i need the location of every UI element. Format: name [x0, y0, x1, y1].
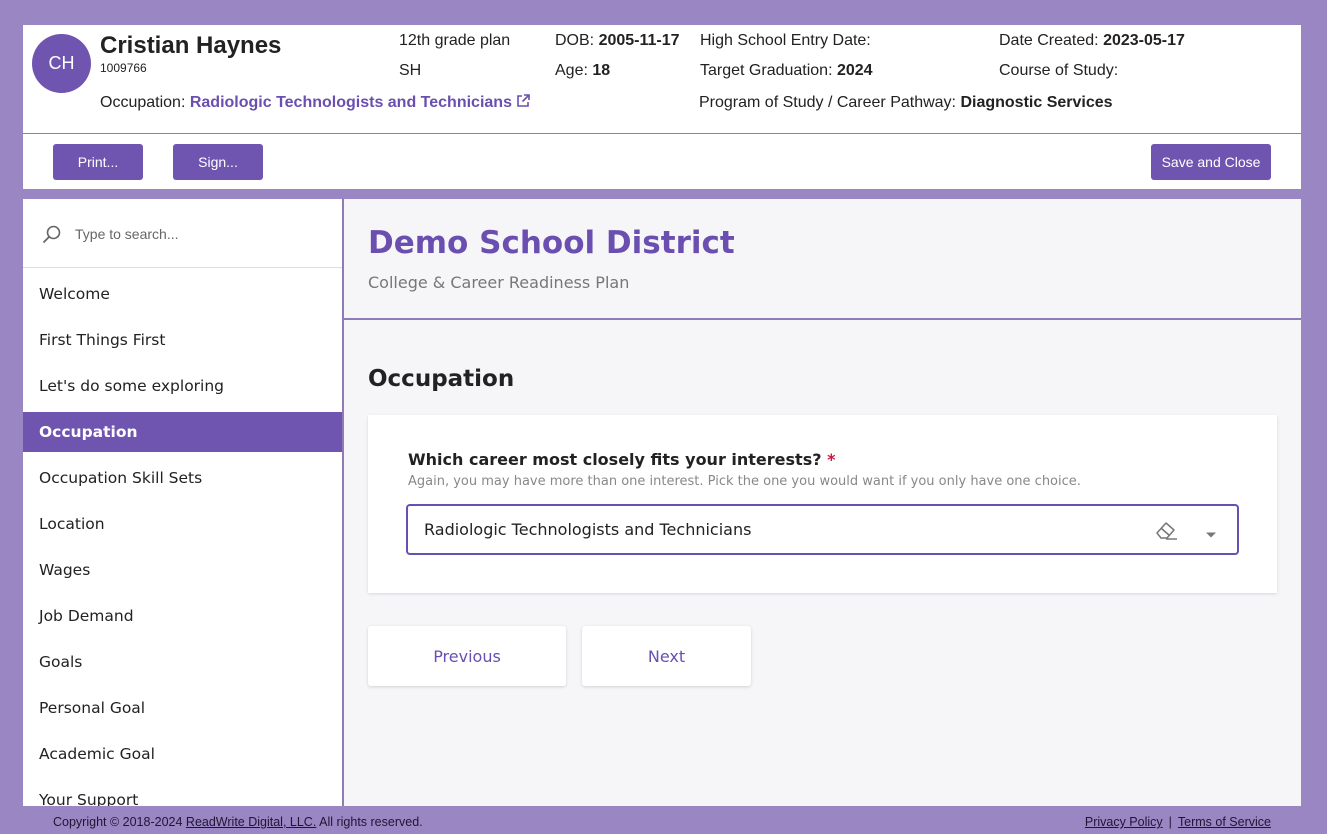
sidebar: Welcome First Things First Let's do some…: [23, 199, 342, 806]
save-and-close-button[interactable]: Save and Close: [1151, 144, 1271, 180]
sidebar-item-wages[interactable]: Wages: [23, 550, 342, 590]
company-link[interactable]: ReadWrite Digital, LLC.: [186, 815, 316, 829]
district-title: Demo School District: [368, 225, 735, 261]
sidebar-item-your-support[interactable]: Your Support: [23, 780, 342, 806]
course-field: Course of Study:: [999, 62, 1118, 80]
created-value: 2023-05-17: [1103, 32, 1185, 49]
sidebar-item-occupation[interactable]: Occupation: [23, 412, 342, 452]
entry-date-label: High School Entry Date:: [700, 32, 871, 49]
search-input[interactable]: [75, 221, 315, 247]
age-label: Age:: [555, 62, 588, 79]
career-select-value: Radiologic Technologists and Technicians: [424, 520, 752, 539]
sidebar-item-location[interactable]: Location: [23, 504, 342, 544]
question-help-text: Again, you may have more than one intere…: [408, 474, 1081, 489]
course-label: Course of Study:: [999, 62, 1119, 79]
occupation-label: Occupation:: [100, 94, 186, 111]
eraser-icon[interactable]: [1153, 519, 1179, 546]
pathway-label: Program of Study / Career Pathway:: [699, 94, 956, 111]
search-box: [23, 199, 342, 268]
graduation-label: Target Graduation:: [700, 62, 833, 79]
sidebar-item-exploring[interactable]: Let's do some exploring: [23, 366, 342, 406]
copyright-prefix: Copyright © 2018-2024: [53, 815, 183, 829]
avatar: CH: [32, 34, 91, 93]
print-button[interactable]: Print...: [53, 144, 143, 180]
previous-button[interactable]: Previous: [368, 626, 566, 686]
career-select[interactable]: Radiologic Technologists and Technicians: [406, 504, 1239, 555]
graduation-value: 2024: [836, 62, 873, 79]
pathway-value: Diagnostic Services: [960, 94, 1113, 111]
sign-button[interactable]: Sign...: [173, 144, 263, 180]
required-marker: *: [827, 450, 836, 469]
dob-field: DOB: 2005-11-17: [555, 32, 680, 50]
dob-label: DOB:: [555, 32, 595, 49]
footer: Copyright © 2018-2024 ReadWrite Digital,…: [0, 806, 1327, 834]
created-field: Date Created: 2023-05-17: [999, 32, 1185, 50]
student-header: CH Cristian Haynes 1009766 Occupation: R…: [23, 25, 1301, 134]
privacy-policy-link[interactable]: Privacy Policy: [1085, 815, 1163, 829]
created-label: Date Created:: [999, 32, 1099, 49]
chevron-down-icon[interactable]: [1205, 526, 1217, 544]
age-value: 18: [592, 62, 611, 79]
occupation-link[interactable]: Radiologic Technologists and Technicians: [190, 94, 512, 111]
copyright: Copyright © 2018-2024 ReadWrite Digital,…: [53, 815, 423, 829]
occupation-line: Occupation: Radiologic Technologists and…: [100, 94, 530, 113]
school-code: SH: [399, 62, 422, 79]
next-button[interactable]: Next: [582, 626, 751, 686]
question-text: Which career most closely fits your inte…: [408, 450, 822, 469]
dob-value: 2005-11-17: [598, 32, 680, 49]
plan-name: 12th grade plan: [399, 32, 511, 49]
graduation-field: Target Graduation: 2024: [700, 62, 873, 80]
footer-separator: |: [1168, 815, 1172, 829]
external-link-icon[interactable]: [516, 94, 530, 113]
section-title: Occupation: [368, 366, 515, 392]
entry-date-field: High School Entry Date:: [700, 32, 871, 50]
terms-of-service-link[interactable]: Terms of Service: [1178, 815, 1271, 829]
sidebar-item-job-demand[interactable]: Job Demand: [23, 596, 342, 636]
main-header: Demo School District College & Career Re…: [344, 199, 1301, 320]
rights-text: All rights reserved.: [319, 815, 423, 829]
plan-subtitle: College & Career Readiness Plan: [368, 273, 630, 292]
student-id: 1009766: [100, 61, 147, 75]
sidebar-item-goals[interactable]: Goals: [23, 642, 342, 682]
pathway-field: Program of Study / Career Pathway: Diagn…: [699, 94, 1113, 112]
sidebar-item-occupation-skill-sets[interactable]: Occupation Skill Sets: [23, 458, 342, 498]
sidebar-item-academic-goal[interactable]: Academic Goal: [23, 734, 342, 774]
window-frame: [0, 0, 1327, 25]
sidebar-item-first-things-first[interactable]: First Things First: [23, 320, 342, 360]
toolbar: Print... Sign... Save and Close: [23, 134, 1301, 189]
sidebar-nav: Welcome First Things First Let's do some…: [23, 268, 342, 806]
sidebar-item-personal-goal[interactable]: Personal Goal: [23, 688, 342, 728]
age-field: Age: 18: [555, 62, 610, 80]
footer-links: Privacy Policy | Terms of Service: [1085, 815, 1271, 829]
main-content: Demo School District College & Career Re…: [344, 199, 1301, 806]
question-label: Which career most closely fits your inte…: [408, 450, 835, 469]
search-icon: [41, 224, 63, 251]
question-card: Which career most closely fits your inte…: [368, 415, 1277, 593]
sidebar-item-welcome[interactable]: Welcome: [23, 274, 342, 314]
student-name: Cristian Haynes: [100, 32, 282, 59]
